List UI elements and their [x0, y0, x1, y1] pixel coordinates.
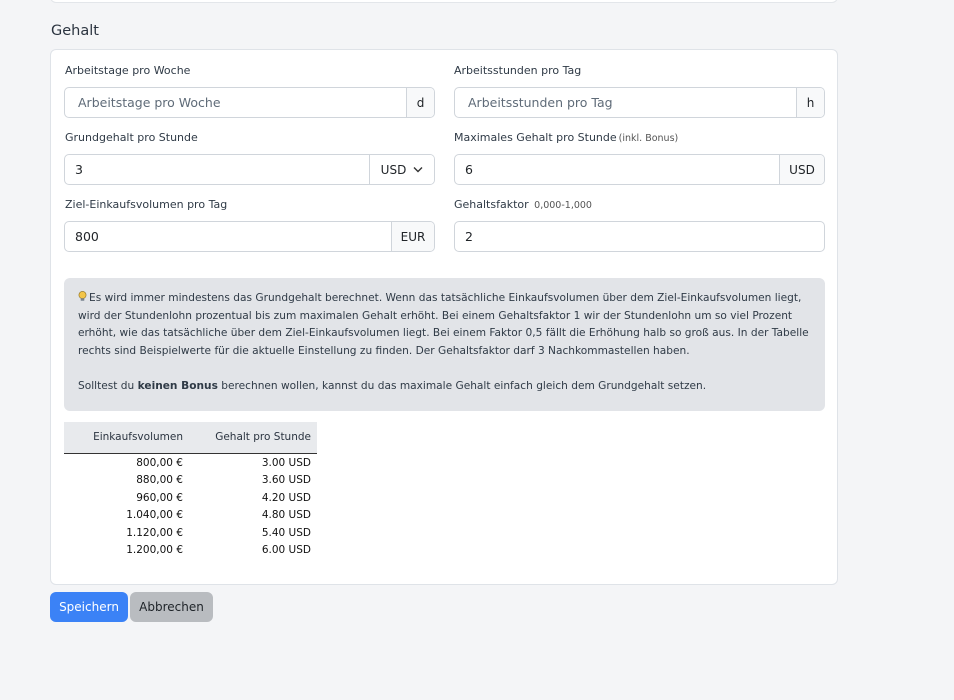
chevron-down-icon	[413, 167, 423, 173]
workdays-unit: d	[406, 88, 434, 117]
salary-factor-input-group	[454, 221, 825, 252]
volume-cell: 960,00 €	[136, 491, 183, 504]
target-volume-label: Ziel-Einkaufsvolumen pro Tag	[65, 198, 228, 211]
salary-cell: 4.20 USD	[261, 491, 311, 504]
previous-card	[50, 0, 838, 3]
base-salary-input[interactable]	[65, 155, 369, 184]
salary-factor-label-note: 0,000-1,000	[534, 200, 592, 211]
volume-cell: 1.040,00 €	[126, 509, 183, 521]
table-row: 1.120,00 € 5.40 USD	[64, 525, 317, 543]
table-row: 800,00 € 3.00 USD	[64, 453, 317, 472]
salary-cell: 5.40 USD	[261, 526, 311, 539]
salary-factor-input[interactable]	[455, 222, 824, 251]
example-table: Einkaufsvolumen Gehalt pro Stunde 800,00…	[64, 422, 317, 560]
table-row: 1.040,00 € 4.80 USD	[64, 507, 317, 525]
info-box: Es wird immer mindestens das Grundgehalt…	[64, 278, 825, 411]
max-salary-label-text: Maximales Gehalt pro Stunde	[454, 131, 617, 144]
target-volume-input-group: EUR	[64, 221, 435, 252]
section-title: Gehalt	[51, 23, 99, 39]
lightbulb-icon	[78, 291, 87, 301]
salary-card: Arbeitstage pro Woche d Arbeitsstunden p…	[50, 49, 838, 585]
base-salary-input-group: USD	[64, 154, 435, 185]
max-salary-input-group: USD	[454, 154, 825, 185]
info-text-2a: Solltest du	[78, 379, 138, 392]
info-paragraph-2: Solltest du keinen Bonus berechnen wolle…	[78, 378, 811, 396]
info-paragraph-1: Es wird immer mindestens das Grundgehalt…	[78, 290, 811, 360]
table-header-row: Einkaufsvolumen Gehalt pro Stunde	[64, 422, 317, 454]
volume-cell: 1.120,00 €	[126, 526, 183, 539]
max-salary-input[interactable]	[455, 155, 779, 184]
workhours-input[interactable]	[455, 88, 796, 117]
table-row: 880,00 € 3.60 USD	[64, 472, 317, 490]
volume-cell: 800,00 €	[136, 456, 183, 469]
workdays-input-group: d	[64, 87, 435, 118]
salary-factor-label: Gehaltsfaktor 0,000-1,000	[454, 198, 592, 211]
info-text-2-bold: keinen Bonus	[137, 379, 218, 392]
currency-select[interactable]: USD	[369, 155, 434, 184]
target-volume-input[interactable]	[65, 222, 391, 251]
max-salary-label-note: (inkl. Bonus)	[618, 133, 679, 144]
max-salary-label: Maximales Gehalt pro Stunde (inkl. Bonus)	[454, 131, 678, 144]
workhours-unit: h	[796, 88, 824, 117]
column-header-volume: Einkaufsvolumen	[64, 422, 189, 454]
cancel-button[interactable]: Abbrechen	[130, 592, 213, 622]
column-header-salary: Gehalt pro Stunde	[189, 422, 317, 454]
workdays-label: Arbeitstage pro Woche	[65, 64, 191, 77]
volume-cell: 880,00 €	[136, 474, 183, 486]
salary-factor-label-text: Gehaltsfaktor	[454, 198, 529, 211]
save-button[interactable]: Speichern	[50, 592, 128, 622]
max-salary-currency: USD	[779, 155, 824, 184]
info-text-1: Es wird immer mindestens das Grundgehalt…	[78, 292, 809, 357]
workdays-input[interactable]	[65, 88, 406, 117]
target-volume-currency: EUR	[391, 222, 434, 251]
workhours-label: Arbeitsstunden pro Tag	[454, 64, 582, 77]
workhours-input-group: h	[454, 87, 825, 118]
base-salary-label: Grundgehalt pro Stunde	[65, 131, 198, 144]
salary-cell: 6.00 USD	[261, 544, 311, 556]
volume-cell: 1.200,00 €	[126, 544, 183, 556]
salary-cell: 3.60 USD	[261, 474, 311, 486]
salary-cell: 4.80 USD	[261, 509, 311, 521]
table-row: 960,00 € 4.20 USD	[64, 490, 317, 508]
info-text-2b: berechnen wollen, kannst du das maximale…	[217, 379, 707, 392]
currency-select-value: USD	[380, 162, 407, 177]
table-row: 1.200,00 € 6.00 USD	[64, 542, 317, 560]
salary-cell: 3.00 USD	[261, 456, 311, 469]
